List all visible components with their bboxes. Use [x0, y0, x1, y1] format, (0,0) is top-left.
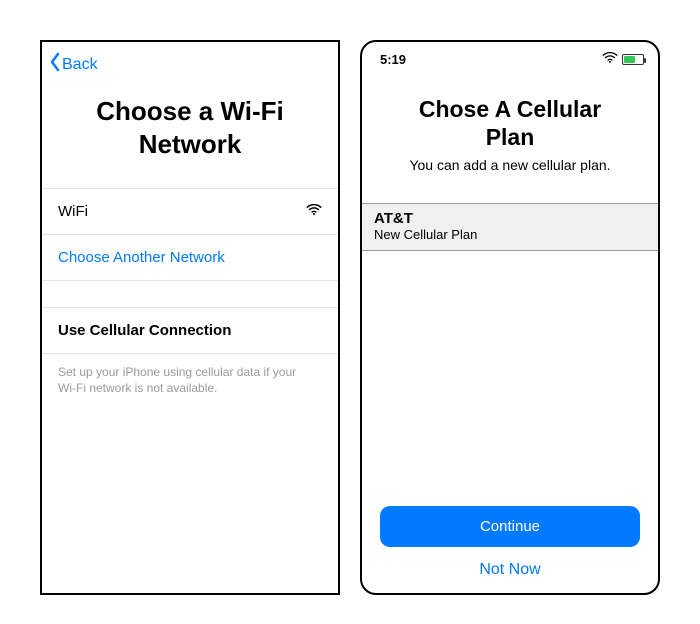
use-cellular-label: Use Cellular Connection	[58, 322, 231, 339]
continue-button[interactable]: Continue	[380, 506, 640, 547]
wifi-icon	[306, 203, 322, 220]
battery-icon	[622, 54, 644, 65]
wifi-network-row[interactable]: WiFi	[42, 189, 338, 235]
cellular-plan-row[interactable]: AT&T New Cellular Plan	[362, 203, 658, 251]
carrier-name: AT&T	[374, 210, 646, 227]
back-label: Back	[62, 56, 98, 74]
status-time: 5:19	[380, 52, 406, 67]
plan-description: New Cellular Plan	[374, 227, 646, 242]
not-now-label: Not Now	[479, 561, 540, 578]
page-title: Chose A Cellular Plan	[362, 70, 658, 157]
network-list: WiFi Choose Another Network	[42, 188, 338, 281]
status-right	[602, 52, 644, 67]
use-cellular-connection[interactable]: Use Cellular Connection	[42, 307, 338, 354]
back-button[interactable]: Back	[42, 42, 338, 81]
page-subtitle: You can add a new cellular plan.	[362, 157, 658, 203]
choose-another-label: Choose Another Network	[58, 249, 225, 266]
page-title: Choose a Wi‑Fi Network	[42, 81, 338, 188]
content-spacer	[362, 251, 658, 506]
cellular-plan-screen: 5:19 Chose A Cellular Plan You can add a…	[360, 40, 660, 595]
status-bar: 5:19	[362, 42, 658, 70]
continue-label: Continue	[480, 518, 540, 535]
cellular-hint: Set up your iPhone using cellular data i…	[42, 354, 338, 406]
wifi-name: WiFi	[58, 203, 88, 220]
wifi-status-icon	[602, 52, 618, 67]
not-now-button[interactable]: Not Now	[362, 553, 658, 593]
choose-another-network[interactable]: Choose Another Network	[42, 235, 338, 281]
section-gap	[42, 281, 338, 307]
chevron-left-icon	[48, 52, 62, 77]
wifi-setup-screen: Back Choose a Wi‑Fi Network WiFi Choose …	[40, 40, 340, 595]
